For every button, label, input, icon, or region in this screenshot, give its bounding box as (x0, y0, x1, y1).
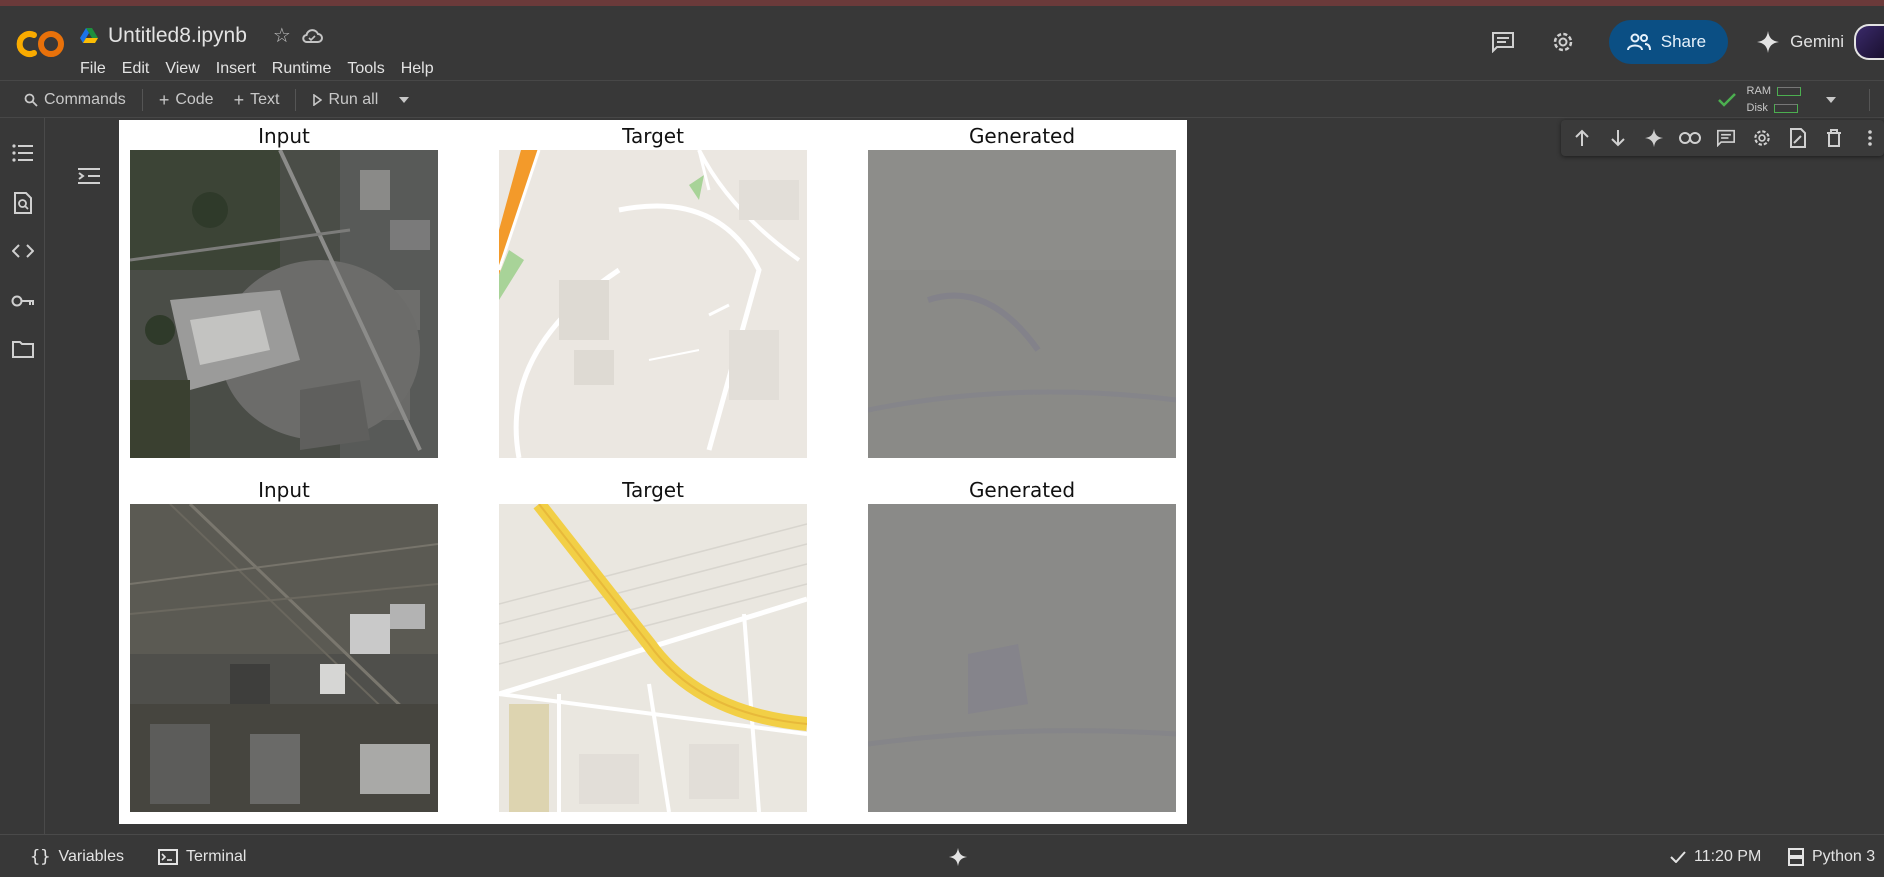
disk-label: Disk (1746, 102, 1768, 114)
kernel-status[interactable]: Python 3 (1788, 835, 1875, 877)
status-bar: {} Variables Terminal 11:20 PM Python 3 (0, 834, 1884, 877)
menu-runtime[interactable]: Runtime (264, 60, 340, 78)
comment-icon[interactable] (1713, 125, 1739, 151)
people-icon (1626, 33, 1651, 51)
terminal-icon (158, 848, 178, 865)
menu-insert[interactable]: Insert (208, 60, 264, 78)
server-icon (1788, 847, 1804, 866)
add-text-button[interactable]: + Text (224, 90, 290, 111)
toolbar-divider (1869, 89, 1870, 111)
terminal-button[interactable]: Terminal (158, 835, 246, 877)
panel-title-generated: Generated (968, 124, 1076, 148)
execution-status[interactable]: 11:20 PM (1670, 835, 1761, 877)
mirror-cell-icon[interactable] (1785, 125, 1811, 151)
left-sidebar (0, 118, 45, 834)
connected-check-icon (1717, 93, 1736, 107)
move-up-arrow-icon[interactable] (1569, 125, 1595, 151)
play-icon (313, 94, 323, 106)
kernel-label: Python 3 (1812, 847, 1876, 865)
caret-down-icon (1826, 97, 1836, 103)
add-code-button[interactable]: + Code (149, 90, 224, 111)
output-collapse-icon[interactable] (76, 164, 102, 188)
colab-logo[interactable] (14, 26, 66, 62)
share-button[interactable]: Share (1608, 20, 1729, 64)
generated-image (868, 504, 1176, 812)
commands-label: Commands (44, 91, 126, 108)
settings-gear-icon[interactable] (1549, 28, 1577, 56)
link-icon[interactable] (1677, 125, 1703, 151)
menu-view[interactable]: View (157, 60, 207, 78)
app-header: Untitled8.ipynb ☆ File Edit View Insert … (0, 6, 1884, 80)
menu-tools[interactable]: Tools (339, 60, 392, 78)
gemini-label: Gemini (1790, 32, 1844, 51)
input-satellite-image (130, 150, 438, 458)
table-of-contents-icon[interactable] (10, 140, 36, 166)
drive-icon[interactable] (80, 28, 98, 44)
run-all-dropdown[interactable] (388, 96, 420, 104)
execution-time: 11:20 PM (1694, 847, 1762, 865)
panel-title-generated: Generated (968, 478, 1076, 502)
files-folder-icon[interactable] (10, 336, 36, 362)
run-all-button[interactable]: Run all (302, 91, 388, 109)
cell-settings-gear-icon[interactable] (1749, 125, 1775, 151)
code-snippets-icon[interactable] (10, 238, 36, 264)
menu-help[interactable]: Help (393, 60, 442, 78)
move-down-arrow-icon[interactable] (1605, 125, 1631, 151)
star-icon[interactable]: ☆ (273, 26, 291, 46)
search-icon (24, 93, 38, 107)
cloud-saved-icon[interactable] (301, 28, 323, 44)
toolbar-divider (141, 89, 143, 111)
find-replace-icon[interactable] (10, 190, 36, 216)
input-satellite-image (130, 504, 438, 812)
target-map-image (499, 504, 807, 812)
share-label: Share (1660, 32, 1707, 51)
gemini-status-sparkle-icon[interactable] (948, 835, 968, 877)
resources-indicator[interactable]: RAM Disk (1747, 83, 1801, 117)
menu-edit[interactable]: Edit (114, 60, 158, 78)
variables-button[interactable]: {} Variables (30, 835, 124, 877)
terminal-label: Terminal (186, 847, 247, 865)
caret-down-icon (399, 97, 410, 103)
plus-icon: + (158, 89, 170, 110)
target-map-image (499, 150, 807, 458)
notebook-title[interactable]: Untitled8.ipynb (108, 24, 247, 48)
braces-icon: {} (30, 846, 51, 867)
disk-bar (1773, 104, 1798, 113)
cell-toolbar (1561, 120, 1884, 156)
text-label: Text (250, 91, 280, 108)
commands-button[interactable]: Commands (14, 91, 136, 109)
panel-title-target: Target (622, 478, 684, 502)
generated-image (868, 150, 1176, 458)
notebook-toolbar: Commands + Code + Text Run all RAM Disk (0, 80, 1884, 118)
runtime-dropdown[interactable] (1815, 96, 1847, 104)
gemini-sparkle-icon (1757, 31, 1780, 53)
check-icon (1670, 850, 1686, 863)
variables-label: Variables (58, 847, 124, 865)
menu-bar: File Edit View Insert Runtime Tools Help (72, 60, 442, 78)
toolbar-divider (295, 89, 297, 111)
user-avatar[interactable] (1854, 24, 1884, 60)
panel-title-target: Target (622, 124, 684, 148)
panel-title-input: Input (258, 478, 310, 502)
plus-icon: + (233, 89, 245, 110)
cell-output-figure: Input Target Generated Input Target Gene… (119, 120, 1187, 824)
secrets-key-icon[interactable] (10, 288, 36, 314)
ram-label: RAM (1746, 85, 1771, 97)
comments-icon[interactable] (1489, 28, 1517, 56)
gemini-button[interactable]: Gemini (1756, 30, 1844, 54)
code-label: Code (175, 91, 214, 108)
delete-trash-icon[interactable] (1821, 125, 1847, 151)
more-vert-icon[interactable] (1857, 125, 1883, 151)
menu-file[interactable]: File (72, 60, 114, 78)
run-all-label: Run all (328, 91, 379, 108)
panel-title-input: Input (258, 124, 310, 148)
ram-bar (1777, 87, 1801, 96)
gemini-sparkle-icon[interactable] (1641, 125, 1667, 151)
